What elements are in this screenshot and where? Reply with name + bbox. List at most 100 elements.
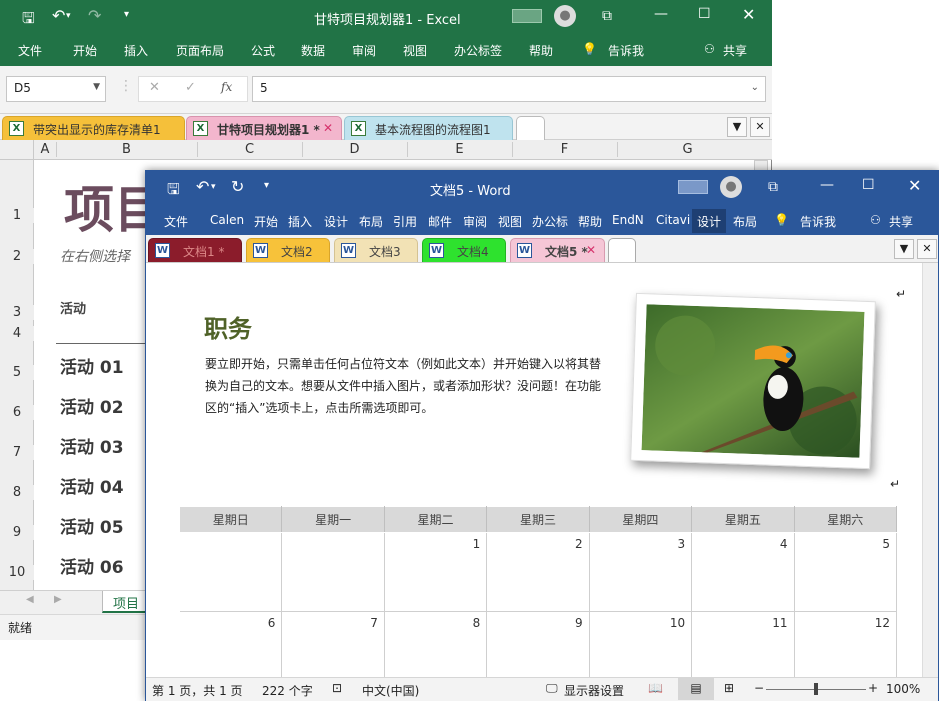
formula-input[interactable]: 5 ⌄ — [252, 76, 766, 102]
tab-list-icon[interactable]: ▼ — [894, 239, 914, 259]
zoom-slider-thumb[interactable] — [814, 683, 818, 695]
read-mode-icon[interactable]: 📖 — [648, 681, 663, 695]
activity-cell[interactable]: 活动 02 — [60, 393, 124, 418]
menu-formulas[interactable]: 公式 — [251, 42, 275, 59]
word-count[interactable]: 222 个字 — [262, 682, 313, 699]
menu-office-tab[interactable]: 办公标 — [532, 213, 570, 230]
close-icon[interactable]: ✕ — [742, 5, 755, 24]
row-header[interactable]: 2 — [0, 249, 34, 264]
new-tab-button[interactable] — [608, 238, 636, 262]
menu-help[interactable]: 帮助 — [578, 213, 602, 230]
close-tab-icon[interactable]: ✕ — [323, 121, 333, 135]
row-header[interactable]: 4 — [0, 326, 34, 341]
job-heading[interactable]: 职务 — [204, 309, 252, 344]
toucan-photo[interactable] — [630, 292, 876, 470]
document-page[interactable]: ↵ 职务 要立即开始，只需单击任何占位符文本（例如此文本）并开始键入以将其替换为… — [146, 263, 922, 691]
activity-cell[interactable]: 活动 03 — [60, 433, 124, 458]
menu-mailings[interactable]: 邮件 — [428, 213, 452, 230]
row-header[interactable]: 1 — [0, 208, 34, 223]
zoom-level[interactable]: 100% — [886, 682, 920, 696]
row-header[interactable]: 3 — [0, 305, 34, 320]
row-header[interactable]: 10 — [0, 565, 34, 580]
maximize-icon[interactable]: ☐ — [698, 6, 711, 22]
menu-table-design[interactable]: 设计 — [692, 209, 727, 233]
avatar[interactable]: ● — [554, 5, 576, 27]
calendar-day-cell[interactable]: 3 — [589, 532, 693, 612]
doc-tab-inventory[interactable]: X 带突出显示的库存清单1 — [2, 116, 185, 140]
menu-design[interactable]: 设计 — [324, 213, 348, 230]
column-header[interactable]: B — [56, 142, 196, 157]
minimize-icon[interactable]: — — [654, 6, 668, 22]
row-header[interactable]: 9 — [0, 525, 34, 540]
restore-ribbon-icon[interactable]: ⧉ — [768, 179, 778, 195]
chevron-down-icon[interactable]: ▾ — [211, 182, 216, 192]
minimize-icon[interactable]: — — [820, 177, 834, 193]
activity-cell[interactable]: 活动 01 — [60, 353, 124, 378]
repeat-icon[interactable]: ↻ — [231, 177, 244, 196]
doc-tab-flowchart[interactable]: X 基本流程图的流程图1 — [344, 116, 513, 140]
doc-tab-3[interactable]: W 文档3 — [334, 238, 418, 262]
close-tab-icon[interactable]: ✕ — [586, 243, 596, 257]
row-header[interactable]: 6 — [0, 405, 34, 420]
doc-tab-4[interactable]: W 文档4 — [422, 238, 506, 262]
menu-office-tab[interactable]: 办公标签 — [454, 42, 502, 59]
scroll-right-icon[interactable]: ▶ — [54, 594, 62, 605]
ribbon-display-icon[interactable] — [678, 180, 708, 194]
share-button[interactable]: 共享 — [889, 213, 913, 230]
close-icon[interactable]: ✕ — [908, 176, 921, 195]
customize-qat-icon[interactable]: ▾ — [264, 180, 269, 191]
close-doc-icon[interactable]: ✕ — [917, 239, 937, 259]
row-header[interactable]: 8 — [0, 485, 34, 500]
menu-endnote[interactable]: EndN — [612, 213, 648, 227]
menu-view[interactable]: 视图 — [498, 213, 522, 230]
sheet-tab-project[interactable]: 项目规 — [102, 591, 148, 631]
row-header[interactable]: 7 — [0, 445, 34, 460]
doc-tab-1[interactable]: W 文档1 * — [148, 238, 242, 262]
web-layout-icon[interactable]: ⊞ — [724, 681, 734, 695]
display-settings-button[interactable]: 显示器设置 — [564, 682, 624, 699]
menu-calendar[interactable]: Calen — [210, 213, 244, 227]
undo-icon[interactable]: ↶ — [196, 177, 209, 196]
body-paragraph[interactable]: 要立即开始，只需单击任何占位符文本（例如此文本）并开始键入以将其替换为自己的文本… — [205, 353, 605, 419]
restore-ribbon-icon[interactable]: ⧉ — [602, 8, 612, 24]
calendar-day-cell[interactable]: 2 — [486, 532, 590, 612]
activity-cell[interactable]: 活动 06 — [60, 553, 124, 578]
column-header[interactable]: C — [197, 142, 301, 157]
menu-home[interactable]: 开始 — [73, 42, 97, 59]
activity-cell[interactable]: 活动 05 — [60, 513, 124, 538]
menu-data[interactable]: 数据 — [301, 42, 325, 59]
menu-file[interactable]: 文件 — [18, 42, 42, 59]
doc-tab-5[interactable]: W 文档5 * ✕ — [510, 238, 605, 262]
vertical-scrollbar[interactable] — [922, 263, 938, 677]
calendar-day-cell[interactable]: 4 — [691, 532, 795, 612]
calendar-day-cell[interactable] — [179, 532, 283, 612]
menu-review[interactable]: 审阅 — [352, 42, 376, 59]
close-doc-icon[interactable]: ✕ — [750, 117, 770, 137]
doc-tab-gantt[interactable]: X 甘特项目规划器1 * ✕ — [186, 116, 342, 140]
doc-tab-2[interactable]: W 文档2 — [246, 238, 330, 262]
expand-formula-icon[interactable]: ⌄ — [751, 82, 759, 93]
page-count[interactable]: 第 1 页，共 1 页 — [152, 682, 243, 699]
menu-file[interactable]: 文件 — [164, 213, 188, 230]
calendar-day-cell[interactable] — [281, 532, 385, 612]
column-header[interactable]: D — [302, 142, 406, 157]
calendar-day-cell[interactable]: 5 — [794, 532, 898, 612]
tell-me[interactable]: 告诉我 — [800, 213, 836, 230]
undo-icon[interactable]: ↶ — [52, 6, 65, 25]
column-header[interactable]: A — [36, 142, 54, 157]
tab-list-icon[interactable]: ▼ — [727, 117, 747, 137]
language[interactable]: 中文(中国) — [362, 682, 419, 699]
activity-cell[interactable]: 活动 04 — [60, 473, 124, 498]
new-tab-button[interactable] — [516, 116, 545, 140]
calendar-day-cell[interactable]: 1 — [384, 532, 488, 612]
menu-references[interactable]: 引用 — [393, 213, 417, 230]
menu-citavi[interactable]: Citavi — [656, 213, 690, 227]
menu-help[interactable]: 帮助 — [529, 42, 553, 59]
customize-qat-icon[interactable]: ▾ — [124, 9, 129, 20]
ribbon-display-icon[interactable] — [512, 9, 542, 23]
save-icon[interactable]: 🖫 — [167, 179, 180, 204]
proofing-icon[interactable]: ⊡ — [332, 681, 342, 695]
zoom-in-icon[interactable]: + — [868, 681, 878, 695]
menu-home[interactable]: 开始 — [254, 213, 278, 230]
maximize-icon[interactable]: ☐ — [862, 177, 875, 193]
